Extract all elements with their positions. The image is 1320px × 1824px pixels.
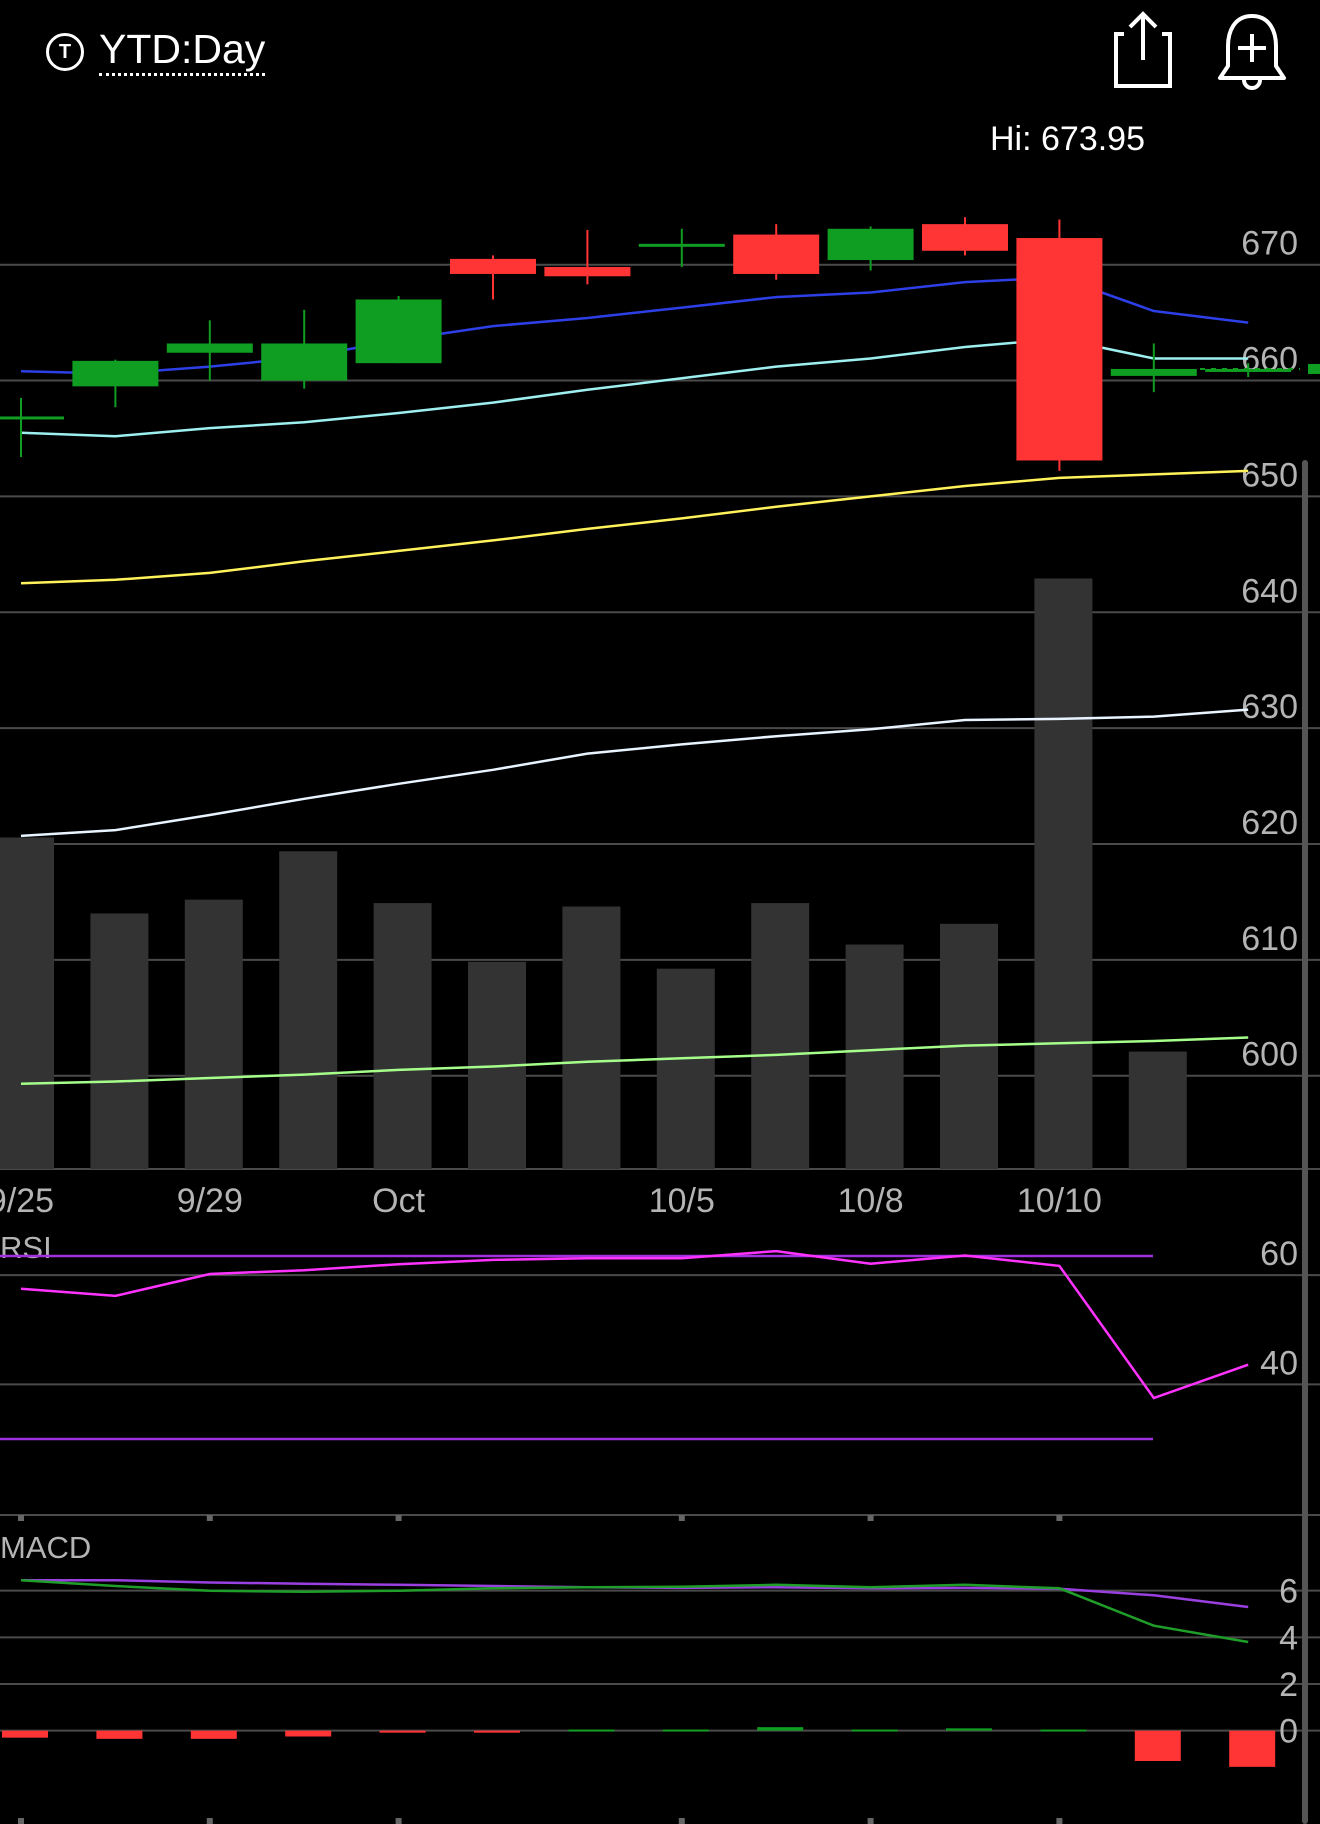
x-tick bbox=[395, 1818, 402, 1824]
x-axis-label: 10/5 bbox=[649, 1182, 715, 1220]
x-tick bbox=[206, 1818, 213, 1824]
x-tick bbox=[1056, 1515, 1063, 1521]
x-tick bbox=[867, 1818, 874, 1824]
y-axis-label: 60 bbox=[1260, 1235, 1298, 1273]
volume-bar bbox=[90, 913, 149, 1169]
x-tick bbox=[206, 1515, 213, 1521]
high-price-label: Hi: 673.95 bbox=[990, 120, 1145, 158]
x-tick bbox=[395, 1515, 402, 1521]
volume-bar bbox=[184, 899, 243, 1169]
candle-down bbox=[922, 224, 1008, 251]
x-tick bbox=[867, 1515, 874, 1521]
macd-histogram-bar bbox=[757, 1727, 804, 1731]
candle-up bbox=[355, 299, 442, 364]
candle-down bbox=[733, 234, 820, 274]
volume-bar bbox=[656, 968, 715, 1169]
x-tick bbox=[18, 1818, 24, 1824]
candle-up bbox=[1110, 368, 1197, 376]
x-axis-label: 10/10 bbox=[1017, 1182, 1102, 1220]
y-axis-label: 660 bbox=[1241, 341, 1298, 379]
macd-line bbox=[20, 1578, 1249, 1644]
x-tick bbox=[18, 1515, 24, 1521]
volume-bar bbox=[373, 903, 432, 1169]
macd-histogram-bar bbox=[1229, 1730, 1276, 1767]
chart-area[interactable]: 600610620630640650660670Hi: 673.959/259/… bbox=[0, 0, 1320, 1824]
volume-bar bbox=[845, 944, 904, 1169]
y-axis-label: 610 bbox=[1241, 920, 1298, 958]
y-axis-label: 0 bbox=[1279, 1713, 1298, 1751]
macd-histogram-bar bbox=[851, 1729, 898, 1732]
y-axis-label: 630 bbox=[1241, 688, 1298, 726]
candle-down bbox=[544, 267, 631, 277]
y-axis-label: 670 bbox=[1241, 225, 1298, 263]
candle-up bbox=[261, 343, 348, 381]
candle-up bbox=[166, 343, 253, 353]
scrollbar[interactable] bbox=[1302, 460, 1308, 1824]
macd-title: MACD bbox=[0, 1530, 91, 1565]
volume-bar bbox=[0, 837, 54, 1169]
y-axis-label: 600 bbox=[1241, 1036, 1298, 1074]
macd-histogram-bar bbox=[1040, 1729, 1087, 1732]
y-axis-label: 620 bbox=[1241, 804, 1298, 842]
macd-histogram-bar bbox=[474, 1730, 520, 1733]
macd-histogram-bar bbox=[662, 1729, 709, 1732]
rsi-line bbox=[20, 1249, 1249, 1400]
y-axis-label: 640 bbox=[1241, 572, 1298, 610]
volume-bar bbox=[1034, 578, 1093, 1169]
macd-signal-line bbox=[21, 1578, 1249, 1609]
last-price-marker bbox=[1308, 363, 1320, 374]
candle-up bbox=[638, 243, 725, 247]
x-tick bbox=[678, 1515, 685, 1521]
candle-up bbox=[72, 360, 159, 387]
macd-histogram-bar bbox=[285, 1730, 332, 1737]
volume-bar bbox=[279, 851, 338, 1169]
moving-average-line bbox=[20, 469, 1249, 585]
x-axis-label: 9/29 bbox=[177, 1182, 243, 1220]
volume-bar bbox=[1128, 1051, 1187, 1169]
y-axis-label: 650 bbox=[1241, 456, 1298, 494]
y-axis-label: 40 bbox=[1260, 1344, 1298, 1382]
candle-up bbox=[0, 416, 64, 420]
macd-histogram-bar bbox=[568, 1729, 615, 1732]
candle-down bbox=[1016, 238, 1103, 461]
x-tick bbox=[678, 1818, 685, 1824]
volume-bar bbox=[562, 906, 621, 1169]
rsi-title: RSI bbox=[0, 1230, 52, 1265]
y-axis-label: 2 bbox=[1279, 1666, 1298, 1704]
x-axis-label: 10/8 bbox=[838, 1182, 904, 1220]
candle-up bbox=[827, 228, 914, 261]
macd-histogram-bar bbox=[1134, 1730, 1181, 1761]
macd-histogram-bar bbox=[946, 1728, 992, 1731]
candle-down bbox=[450, 258, 536, 274]
macd-histogram-bar bbox=[190, 1730, 237, 1739]
macd-histogram-bar bbox=[96, 1730, 143, 1739]
y-axis-label: 6 bbox=[1279, 1573, 1298, 1611]
y-axis-label: 4 bbox=[1279, 1619, 1298, 1657]
macd-histogram-bar bbox=[2, 1730, 48, 1738]
x-axis-label: Oct bbox=[372, 1182, 425, 1220]
macd-histogram-bar bbox=[379, 1730, 426, 1733]
volume-bar bbox=[751, 903, 810, 1169]
x-axis-label: 9/25 bbox=[0, 1182, 54, 1220]
x-tick bbox=[1056, 1818, 1063, 1824]
